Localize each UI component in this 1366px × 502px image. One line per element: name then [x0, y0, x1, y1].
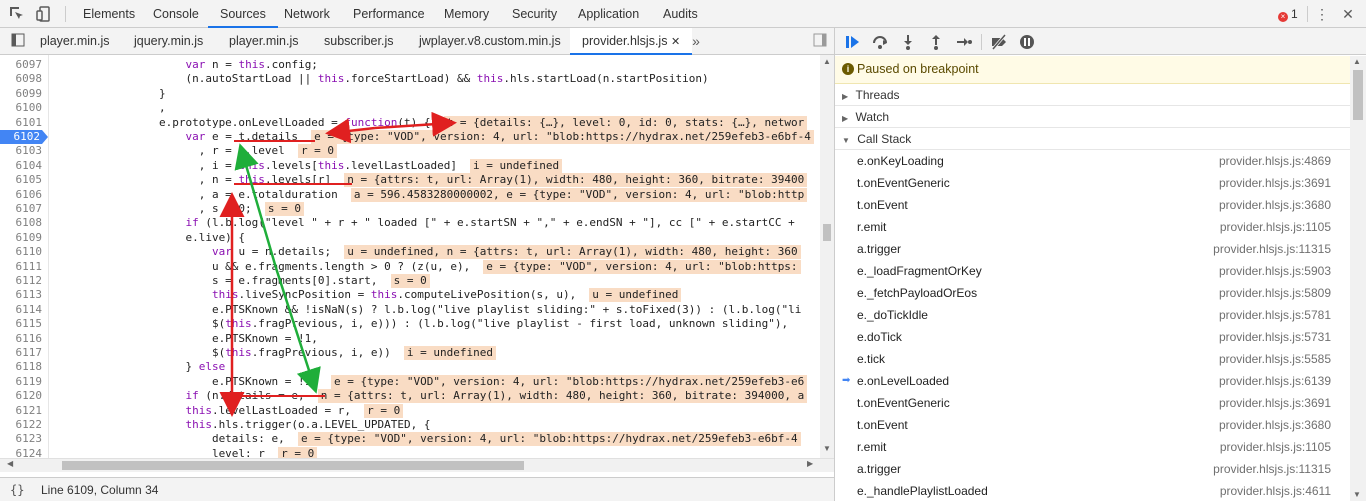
scroll-down-arrow-icon[interactable]: ▼	[1353, 490, 1361, 499]
resume-icon[interactable]	[843, 33, 861, 51]
call-frame-function: a.trigger	[857, 462, 902, 476]
call-frame-location[interactable]: provider.hlsjs.js:11315	[1213, 458, 1331, 480]
call-frame[interactable]: a.trigger provider.hlsjs.js:11315	[835, 238, 1350, 260]
call-frame-location[interactable]: provider.hlsjs.js:5585	[1219, 348, 1331, 370]
step-over-icon[interactable]	[871, 33, 889, 51]
call-frame[interactable]: t.onEventGeneric provider.hlsjs.js:3691	[835, 172, 1350, 194]
editor-status-bar: {} Line 6109, Column 34	[0, 477, 834, 501]
sidebar-scroll-thumb[interactable]	[1353, 70, 1363, 120]
call-frame[interactable]: e.doTick provider.hlsjs.js:5731	[835, 326, 1350, 348]
annotation-arrows	[219, 111, 457, 417]
call-frame-function: e._handlePlaylistLoaded	[857, 484, 988, 498]
error-icon: ×	[1278, 12, 1288, 22]
paused-banner: i Paused on breakpoint	[835, 56, 1366, 84]
chevron-right-icon: ▶	[842, 92, 849, 101]
call-frame-location[interactable]: provider.hlsjs.js:1105	[1220, 436, 1331, 458]
call-frame-function: t.onEventGeneric	[857, 176, 950, 190]
call-frame-function: r.emit	[857, 440, 887, 454]
call-frame[interactable]: ➡ e.onLevelLoaded provider.hlsjs.js:6139	[835, 370, 1350, 392]
call-frame[interactable]: e._fetchPayloadOrEos provider.hlsjs.js:58…	[835, 282, 1350, 304]
cursor-position: Line 6109, Column 34	[41, 483, 159, 497]
step-icon[interactable]	[955, 33, 973, 51]
scroll-up-arrow-icon[interactable]: ▲	[1353, 57, 1361, 66]
paused-label: Paused on breakpoint	[857, 62, 979, 76]
call-frame-location[interactable]: provider.hlsjs.js:3680	[1219, 414, 1331, 436]
chevron-right-icon: ▶	[842, 114, 849, 123]
call-frame-function: t.onEventGeneric	[857, 396, 950, 410]
call-frame-location[interactable]: provider.hlsjs.js:3691	[1219, 172, 1331, 194]
call-frame-location[interactable]: provider.hlsjs.js:5903	[1219, 260, 1331, 282]
call-frame-location[interactable]: provider.hlsjs.js:4869	[1219, 150, 1331, 172]
step-into-icon[interactable]	[899, 33, 917, 51]
call-frame[interactable]: e._doTickIdle provider.hlsjs.js:5781	[835, 304, 1350, 326]
threads-section-header[interactable]: ▶ Threads	[835, 84, 1350, 106]
call-frame[interactable]: e._handlePlaylistLoaded provider.hlsjs.js…	[835, 480, 1350, 502]
call-frame-location[interactable]: provider.hlsjs.js:4611	[1220, 480, 1331, 502]
call-frame-function: e._fetchPayloadOrEos	[857, 286, 978, 300]
toolbar-divider	[981, 34, 982, 50]
call-frame-function: t.onEvent	[857, 418, 908, 432]
call-frame[interactable]: r.emit provider.hlsjs.js:1105	[835, 216, 1350, 238]
call-frame[interactable]: a.trigger provider.hlsjs.js:11315	[835, 458, 1350, 480]
call-frame-location[interactable]: provider.hlsjs.js:5809	[1219, 282, 1331, 304]
step-out-icon[interactable]	[927, 33, 945, 51]
deactivate-breakpoints-icon[interactable]	[990, 33, 1008, 51]
call-frame-function: e.doTick	[857, 330, 902, 344]
call-stack-section-header[interactable]: ▼ Call Stack	[835, 128, 1350, 150]
call-frame-location[interactable]: provider.hlsjs.js:11315	[1213, 238, 1331, 260]
more-options-icon[interactable]: ⋮	[1314, 6, 1330, 22]
pause-on-exceptions-icon[interactable]	[1018, 33, 1036, 51]
debugger-toolbar	[835, 28, 1366, 55]
call-frame-location[interactable]: provider.hlsjs.js:3691	[1219, 392, 1331, 414]
close-devtools-icon[interactable]: ✕	[1340, 6, 1356, 22]
call-frame[interactable]: e.onKeyLoading provider.hlsjs.js:4869	[835, 150, 1350, 172]
red-arrow	[374, 111, 457, 137]
call-frame-location[interactable]: provider.hlsjs.js:3680	[1219, 194, 1331, 216]
call-frame-function: e.tick	[857, 352, 886, 366]
green-arrow	[274, 267, 321, 394]
sidebar-scrollbar[interactable]	[1350, 56, 1366, 501]
call-frame-location[interactable]: provider.hlsjs.js:5781	[1219, 304, 1331, 326]
call-frame[interactable]: t.onEventGeneric provider.hlsjs.js:3691	[835, 392, 1350, 414]
green-arrow	[234, 143, 278, 269]
call-frame[interactable]: t.onEvent provider.hlsjs.js:3680	[835, 414, 1350, 436]
pretty-print-icon[interactable]: {}	[10, 483, 24, 497]
call-frame-location[interactable]: provider.hlsjs.js:6139	[1219, 370, 1331, 392]
watch-section-header[interactable]: ▶ Watch	[835, 106, 1350, 128]
current-frame-arrow-icon: ➡	[842, 375, 851, 386]
error-count-badge[interactable]: × 1	[1278, 7, 1298, 22]
call-frame-function: a.trigger	[857, 242, 902, 256]
call-frame-function: e._doTickIdle	[857, 308, 928, 322]
call-frame-function: e.onLevelLoaded	[857, 374, 950, 388]
chevron-down-icon: ▼	[842, 136, 850, 145]
call-frame-function: e._loadFragmentOrKey	[857, 264, 982, 278]
red-arrow	[325, 118, 376, 144]
call-frame[interactable]: e._loadFragmentOrKey provider.hlsjs.js:59…	[835, 260, 1350, 282]
call-frame[interactable]: t.onEvent provider.hlsjs.js:3680	[835, 194, 1350, 216]
call-frame-function: r.emit	[857, 220, 887, 234]
call-frame-function: t.onEvent	[857, 198, 908, 212]
call-frame[interactable]: r.emit provider.hlsjs.js:1105	[835, 436, 1350, 458]
toolbar-divider	[1307, 6, 1308, 22]
call-frame[interactable]: e.tick provider.hlsjs.js:5585	[835, 348, 1350, 370]
call-frame-function: e.onKeyLoading	[857, 154, 944, 168]
call-frame-location[interactable]: provider.hlsjs.js:5731	[1219, 326, 1331, 348]
info-icon: i	[842, 63, 854, 75]
call-frame-location[interactable]: provider.hlsjs.js:1105	[1220, 216, 1331, 238]
